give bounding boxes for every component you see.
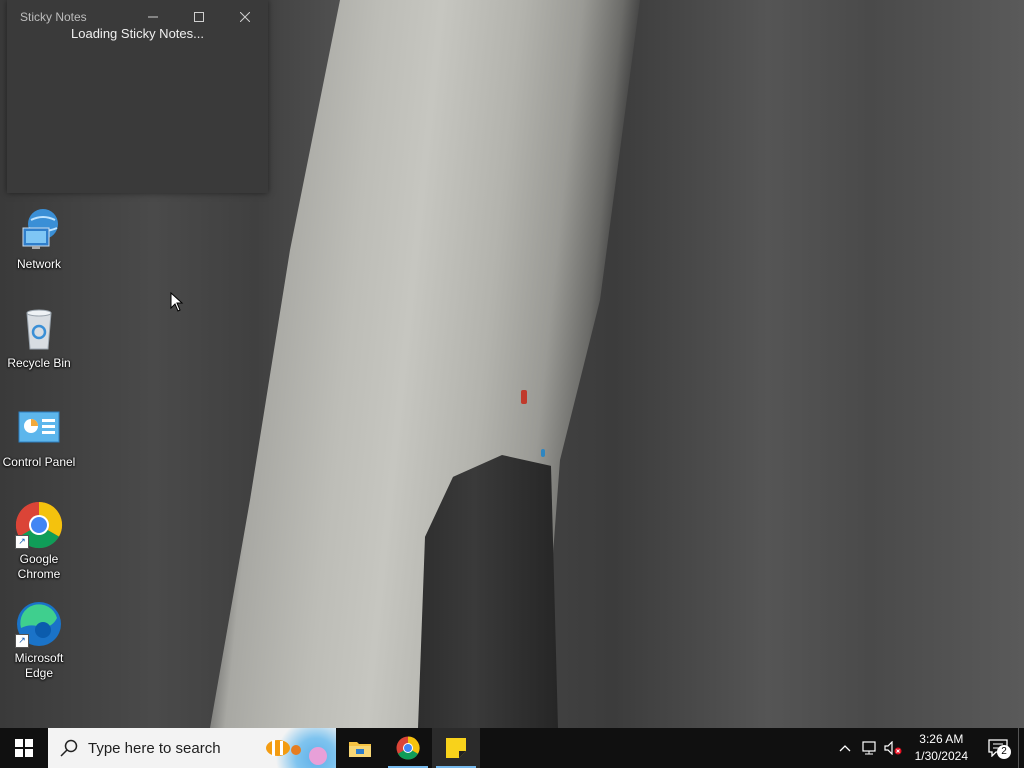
taskbar-search-box[interactable]: Type here to search [48,728,336,768]
network-icon [15,206,63,254]
chrome-icon: ↗ [15,501,63,549]
sticky-notes-icon [446,738,466,758]
desktop-icon-recycle-bin[interactable]: Recycle Bin [0,305,78,371]
desktop-icon-label: Network [16,257,61,271]
edge-icon: ↗ [15,600,63,648]
notification-badge: 2 [997,745,1011,759]
windows-logo-icon [15,739,33,757]
taskbar-clock[interactable]: 3:26 AM 1/30/2024 [905,731,978,765]
volume-tray-button[interactable] [881,728,905,768]
shortcut-arrow-icon: ↗ [15,535,29,549]
desktop-icon-control-panel[interactable]: Control Panel [0,404,78,470]
control-panel-icon [15,404,63,452]
search-icon [60,739,78,757]
search-placeholder: Type here to search [88,739,221,757]
taskbar-sticky-notes[interactable] [432,728,480,768]
network-status-icon [862,741,876,755]
minimize-icon [148,16,158,17]
wallpaper-climber-blue [541,449,545,457]
desktop-icon-label: Microsoft Edge [14,651,64,680]
volume-muted-icon [884,741,902,755]
chevron-up-icon [839,745,851,752]
desktop-icon-microsoft-edge[interactable]: ↗ Microsoft Edge [0,600,78,681]
mouse-cursor-icon [170,291,184,317]
close-icon [240,11,250,22]
show-hidden-icons-button[interactable] [833,728,857,768]
desktop-icon-google-chrome[interactable]: ↗ Google Chrome [0,501,78,582]
close-button[interactable] [222,0,268,33]
action-center-button[interactable]: 2 [978,728,1018,768]
desktop-icon-network[interactable]: Network [0,206,78,272]
wallpaper-climber-red [521,390,527,404]
desktop-icon-label: Control Panel [2,455,76,469]
shortcut-arrow-icon: ↗ [15,634,29,648]
desktop-icon-label: Google Chrome [17,552,61,581]
start-button[interactable] [0,728,48,768]
show-desktop-button[interactable] [1018,728,1024,768]
network-tray-button[interactable] [857,728,881,768]
taskbar-google-chrome[interactable] [384,728,432,768]
desktop-icon-label: Recycle Bin [7,356,71,370]
window-title: Sticky Notes [20,9,87,24]
recycle-bin-icon [15,305,63,353]
clock-date: 1/30/2024 [914,749,968,763]
clock-time: 3:26 AM [919,732,964,746]
chrome-icon [396,736,420,760]
taskbar: Type here to search 3:26 AM 1/30/2024 2 [0,728,1024,768]
loading-message: Loading Sticky Notes... [71,25,204,41]
search-highlight-art-icon [256,728,336,768]
system-tray: 3:26 AM 1/30/2024 2 [833,728,1024,768]
sticky-notes-window[interactable]: Sticky Notes Loading Sticky Notes... [7,0,268,193]
maximize-icon [194,11,204,22]
taskbar-file-explorer[interactable] [336,728,384,768]
file-explorer-icon [349,742,371,757]
